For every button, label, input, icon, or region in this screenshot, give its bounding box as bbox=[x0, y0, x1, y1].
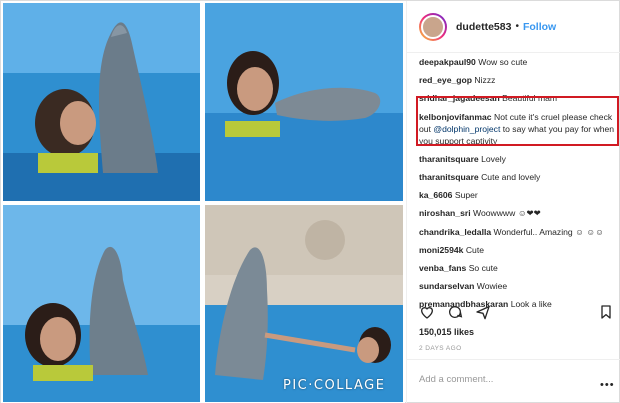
comment-user[interactable]: venba_fans bbox=[419, 263, 466, 273]
comment-text: Wowiee bbox=[476, 281, 508, 292]
post-side-panel: dudette583 • Follow deepakpaul90 Wow so … bbox=[406, 1, 620, 403]
comment-text: Wow so cute bbox=[478, 57, 528, 67]
post-actions bbox=[419, 304, 491, 320]
bookmark-icon[interactable] bbox=[598, 304, 614, 320]
likes-count[interactable]: 150,015 likes bbox=[419, 327, 474, 337]
share-icon[interactable] bbox=[475, 304, 491, 320]
comment-user[interactable]: sundarselvan bbox=[419, 281, 474, 291]
header-separator: • bbox=[515, 21, 519, 32]
comment-user[interactable]: moni2594k bbox=[419, 245, 463, 255]
highlight-box bbox=[416, 96, 619, 146]
comment-icon[interactable] bbox=[447, 304, 463, 320]
comment-user[interactable]: chandrika_ledalla bbox=[419, 227, 491, 237]
comment-user[interactable]: niroshan_sri bbox=[419, 208, 471, 218]
photo-collage[interactable]: PIC·COLLAGE bbox=[1, 1, 405, 403]
follow-button[interactable]: Follow bbox=[523, 21, 556, 33]
instagram-post: PIC·COLLAGE dudette583 • Follow deepakpa… bbox=[0, 0, 620, 403]
collage-photo-1[interactable] bbox=[3, 3, 200, 201]
avatar[interactable] bbox=[419, 12, 447, 41]
more-options-icon[interactable]: ••• bbox=[600, 379, 615, 391]
post-header: dudette583 • Follow bbox=[407, 1, 620, 53]
comment-text: Wonderful.. Amazing ☺ ☺☺ bbox=[493, 226, 604, 237]
comments-list: deepakpaul90 Wow so cute red_eye_gop Niz… bbox=[416, 56, 619, 316]
comment-text: Look a like bbox=[510, 299, 552, 310]
comment-text: Cute and lovely bbox=[481, 171, 541, 182]
comment-item: ka_6606 Super bbox=[419, 189, 619, 201]
comment-text: Cute bbox=[465, 244, 484, 255]
comment-item: tharanitsquare Cute and lovely bbox=[419, 171, 619, 183]
add-comment-bar: ••• bbox=[407, 359, 620, 403]
comment-text: Super bbox=[454, 190, 478, 201]
comment-item: moni2594k Cute bbox=[419, 244, 619, 256]
comment-item: niroshan_sri Woowwww ☺❤❤ bbox=[419, 207, 619, 219]
collage-photo-4[interactable] bbox=[205, 205, 403, 402]
collage-photo-3[interactable] bbox=[3, 205, 200, 402]
comment-item: sundarselvan Wowiee bbox=[419, 280, 619, 292]
comment-user[interactable]: tharanitsquare bbox=[419, 172, 479, 182]
comment-user[interactable]: tharanitsquare bbox=[419, 154, 479, 164]
comment-item: red_eye_gop Nizzz bbox=[419, 74, 619, 86]
comment-item: tharanitsquare Lovely bbox=[419, 153, 619, 165]
comment-text: Woowwww ☺❤❤ bbox=[472, 208, 541, 219]
comment-item: deepakpaul90 Wow so cute bbox=[419, 56, 619, 68]
post-timestamp[interactable]: 2 DAYS AGO bbox=[419, 345, 462, 352]
comment-item: venba_fans So cute bbox=[419, 262, 619, 274]
avatar-image bbox=[421, 14, 445, 39]
comment-text: Nizzz bbox=[474, 75, 496, 86]
comment-user[interactable]: deepakpaul90 bbox=[419, 57, 476, 67]
comment-text: So cute bbox=[468, 262, 498, 273]
comment-user[interactable]: ka_6606 bbox=[419, 190, 452, 200]
add-comment-input[interactable] bbox=[419, 374, 589, 385]
comment-user[interactable]: red_eye_gop bbox=[419, 75, 472, 85]
collage-watermark: PIC·COLLAGE bbox=[283, 378, 386, 393]
comment-item: chandrika_ledalla Wonderful.. Amazing ☺ … bbox=[419, 226, 619, 238]
collage-photo-2[interactable] bbox=[205, 3, 403, 201]
comment-text: Lovely bbox=[481, 153, 506, 164]
heart-icon[interactable] bbox=[419, 304, 435, 320]
post-username[interactable]: dudette583 bbox=[456, 21, 511, 33]
